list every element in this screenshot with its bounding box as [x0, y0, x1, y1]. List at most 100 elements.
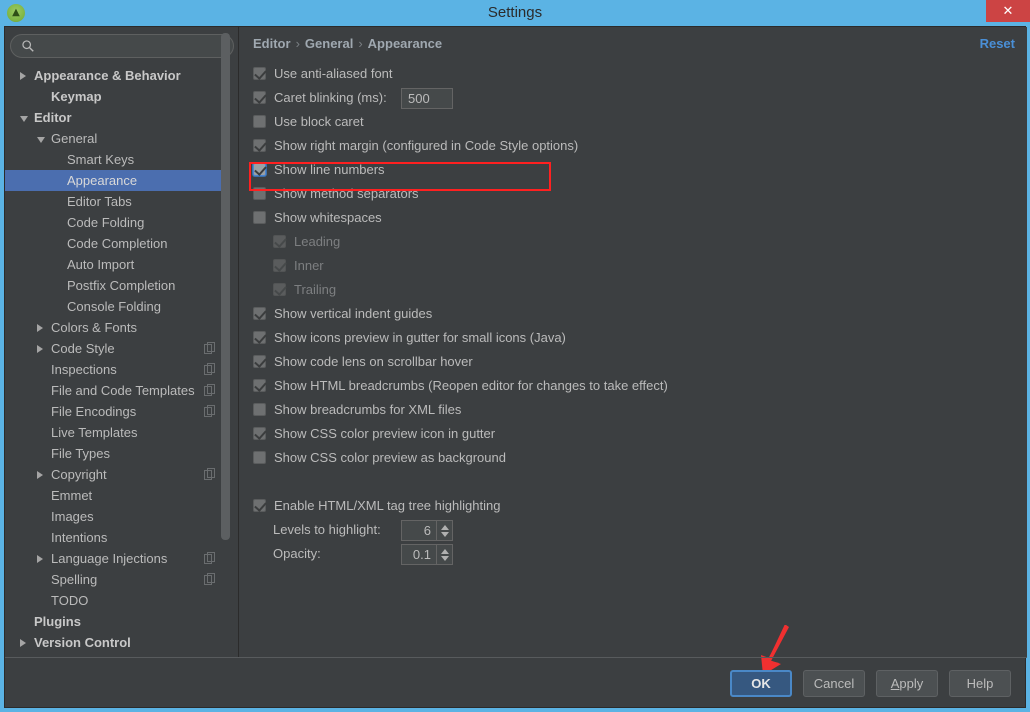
spinner-value[interactable]: 6 — [402, 521, 436, 540]
option-row[interactable]: Show breadcrumbs for XML files — [253, 398, 1013, 422]
option-row[interactable]: Show whitespaces — [253, 206, 1013, 230]
checkbox-show-html-breadcrumbs-reopen-editor-for-changes-to-take-effect[interactable] — [253, 379, 266, 392]
chevron-down-icon[interactable] — [37, 137, 45, 143]
sidebar-item-postfix-completion[interactable]: Postfix Completion — [5, 275, 227, 296]
checkbox-show-right-margin-configured-in-code-style-options[interactable] — [253, 139, 266, 152]
option-row[interactable]: Caret blinking (ms): — [253, 86, 1013, 110]
option-row[interactable]: Leading — [253, 230, 1013, 254]
option-row[interactable]: Show method separators — [253, 182, 1013, 206]
option-row[interactable]: Show icons preview in gutter for small i… — [253, 326, 1013, 350]
sidebar-item-language-injections[interactable]: Language Injections — [5, 548, 227, 569]
sidebar-item-file-and-code-templates[interactable]: File and Code Templates — [5, 380, 227, 401]
spinner-up-icon[interactable] — [440, 524, 449, 530]
spinner-levels-to-highlight[interactable]: 6 — [401, 520, 453, 541]
spinner-value[interactable]: 0.1 — [402, 545, 436, 564]
checkbox-show-breadcrumbs-for-xml-files[interactable] — [253, 403, 266, 416]
breadcrumb-item[interactable]: General — [305, 36, 353, 51]
option-row[interactable]: Show line numbers — [253, 158, 1013, 182]
sidebar-item-editor-tabs[interactable]: Editor Tabs — [5, 191, 227, 212]
settings-tree[interactable]: Appearance & Behavior Keymap Editor General… — [5, 65, 227, 650]
chevron-right-icon[interactable] — [37, 555, 43, 563]
close-icon[interactable]: ✕ — [986, 0, 1030, 22]
checkbox-use-anti-aliased-font[interactable] — [253, 67, 266, 80]
checkbox-use-block-caret[interactable] — [253, 115, 266, 128]
reset-link[interactable]: Reset — [980, 36, 1015, 51]
option-row[interactable]: Enable HTML/XML tag tree highlighting — [253, 494, 1013, 518]
sidebar-item-file-types[interactable]: File Types — [5, 443, 227, 464]
sidebar-item-code-style[interactable]: Code Style — [5, 338, 227, 359]
option-row[interactable]: Show code lens on scrollbar hover — [253, 350, 1013, 374]
spinner-label: Levels to highlight: — [273, 522, 381, 537]
chevron-right-icon[interactable] — [20, 639, 26, 647]
chevron-right-icon[interactable] — [37, 324, 43, 332]
option-row[interactable]: Show vertical indent guides — [253, 302, 1013, 326]
caret-blinking-input[interactable] — [401, 88, 453, 109]
sidebar-item-label: Postfix Completion — [67, 278, 176, 293]
checkbox-show-css-color-preview-as-background[interactable] — [253, 451, 266, 464]
sidebar-item-spelling[interactable]: Spelling — [5, 569, 227, 590]
sidebar-item-inspections[interactable]: Inspections — [5, 359, 227, 380]
cancel-button[interactable]: Cancel — [803, 670, 865, 697]
sidebar-item-general[interactable]: General — [5, 128, 227, 149]
sidebar-item-plugins[interactable]: Plugins — [5, 611, 227, 632]
option-row[interactable]: Show HTML breadcrumbs (Reopen editor for… — [253, 374, 1013, 398]
sidebar-item-smart-keys[interactable]: Smart Keys — [5, 149, 227, 170]
sidebar-item-colors-fonts[interactable]: Colors & Fonts — [5, 317, 227, 338]
checkbox-show-vertical-indent-guides[interactable] — [253, 307, 266, 320]
sidebar-item-copyright[interactable]: Copyright — [5, 464, 227, 485]
chevron-right-icon[interactable] — [20, 72, 26, 80]
chevron-right-icon[interactable] — [37, 471, 43, 479]
sidebar-item-editor[interactable]: Editor — [5, 107, 227, 128]
option-row[interactable]: Inner — [253, 254, 1013, 278]
checkbox-show-method-separators[interactable] — [253, 187, 266, 200]
sidebar-item-emmet[interactable]: Emmet — [5, 485, 227, 506]
sidebar-item-images[interactable]: Images — [5, 506, 227, 527]
sidebar-scrollbar-track[interactable] — [221, 27, 234, 612]
apply-button[interactable]: Apply — [876, 670, 938, 697]
sidebar-item-file-encodings[interactable]: File Encodings — [5, 401, 227, 422]
search-input[interactable] — [10, 34, 234, 58]
sidebar-item-label: Inspections — [51, 362, 117, 377]
breadcrumb-item[interactable]: Editor — [253, 36, 291, 51]
spinner-buttons[interactable] — [436, 545, 452, 564]
checkbox-show-line-numbers[interactable] — [253, 163, 266, 176]
spinner-opacity[interactable]: 0.1 — [401, 544, 453, 565]
option-row[interactable]: Use anti-aliased font — [253, 62, 1013, 86]
sidebar-item-label: Colors & Fonts — [51, 320, 137, 335]
breadcrumb-separator: › — [358, 36, 363, 51]
sidebar-item-keymap[interactable]: Keymap — [5, 86, 227, 107]
chevron-right-icon[interactable] — [37, 345, 43, 353]
sidebar-item-auto-import[interactable]: Auto Import — [5, 254, 227, 275]
sidebar-item-live-templates[interactable]: Live Templates — [5, 422, 227, 443]
sidebar-item-code-folding[interactable]: Code Folding — [5, 212, 227, 233]
breadcrumb-item[interactable]: Appearance — [368, 36, 442, 51]
checkbox-show-icons-preview-in-gutter-for-small-icons-java[interactable] — [253, 331, 266, 344]
spinner-down-icon[interactable] — [440, 531, 449, 537]
option-row[interactable]: Show CSS color preview as background — [253, 446, 1013, 470]
help-button[interactable]: Help — [949, 670, 1011, 697]
sidebar-scrollbar-thumb[interactable] — [221, 33, 230, 540]
option-row[interactable]: Trailing — [253, 278, 1013, 302]
option-row[interactable]: Use block caret — [253, 110, 1013, 134]
chevron-down-icon[interactable] — [20, 116, 28, 122]
spinner-down-icon[interactable] — [440, 555, 449, 561]
sidebar-item-appearance[interactable]: Appearance — [5, 170, 227, 191]
sidebar-item-label: Keymap — [51, 89, 102, 104]
sidebar-item-appearance-behavior[interactable]: Appearance & Behavior — [5, 65, 227, 86]
checkbox-show-code-lens-on-scrollbar-hover[interactable] — [253, 355, 266, 368]
checkbox-show-css-color-preview-icon-in-gutter[interactable] — [253, 427, 266, 440]
ok-button[interactable]: OK — [730, 670, 792, 697]
search-box[interactable] — [10, 34, 234, 58]
checkbox-show-whitespaces[interactable] — [253, 211, 266, 224]
sidebar-item-code-completion[interactable]: Code Completion — [5, 233, 227, 254]
spinner-up-icon[interactable] — [440, 548, 449, 554]
sidebar-item-todo[interactable]: TODO — [5, 590, 227, 611]
option-row[interactable]: Show CSS color preview icon in gutter — [253, 422, 1013, 446]
checkbox-caret-blinking-ms[interactable] — [253, 91, 266, 104]
sidebar-item-intentions[interactable]: Intentions — [5, 527, 227, 548]
checkbox-enable-html-xml-tag-tree-highlighting[interactable] — [253, 499, 266, 512]
spinner-buttons[interactable] — [436, 521, 452, 540]
sidebar-item-console-folding[interactable]: Console Folding — [5, 296, 227, 317]
sidebar-item-version-control[interactable]: Version Control — [5, 632, 227, 650]
option-row[interactable]: Show right margin (configured in Code St… — [253, 134, 1013, 158]
